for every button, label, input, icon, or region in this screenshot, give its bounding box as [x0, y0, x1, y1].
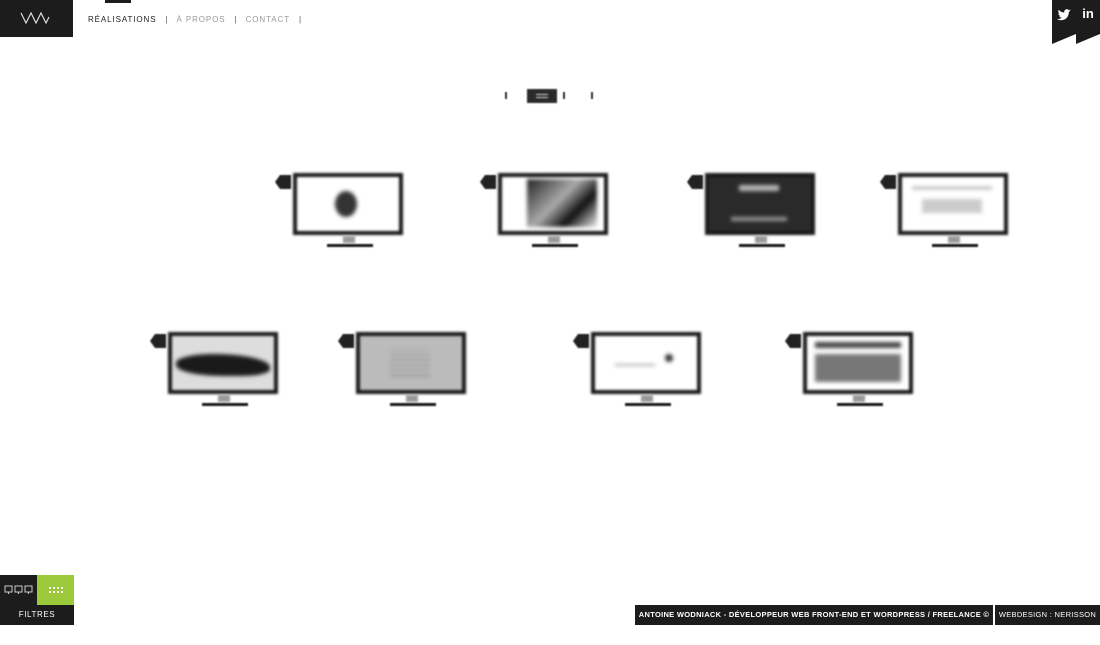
monitor-thumbnail: [150, 332, 300, 412]
project-title: [260, 263, 440, 273]
project-description: [260, 277, 440, 286]
linkedin-icon: in: [1082, 6, 1094, 21]
filter-view-monitors[interactable]: [0, 575, 37, 605]
category-badge-icon: [338, 334, 354, 348]
nav-separator: |: [165, 14, 168, 24]
dots-grid-icon: [49, 587, 63, 593]
filters-button[interactable]: FILTRES: [0, 605, 74, 625]
project-title: [672, 263, 852, 273]
monitor-thumbnail: [687, 173, 837, 253]
category-badge-icon: [880, 175, 896, 189]
monitor-thumbnail: [785, 332, 935, 412]
pager-tick[interactable]: [505, 92, 507, 99]
monitor-thumbnail: [573, 332, 723, 412]
project-description: [323, 436, 503, 445]
project-description: [558, 436, 738, 445]
project-title: [770, 422, 950, 432]
category-badge-icon: [480, 175, 496, 189]
pager-tick[interactable]: [563, 92, 565, 99]
footer-credit: ANTOINE WODNIACK - DÉVELOPPEUR WEB FRONT…: [635, 605, 993, 639]
nav-separator: |: [234, 14, 237, 24]
project-title: [135, 422, 315, 432]
category-badge-icon: [150, 334, 166, 348]
logo-mark-icon: [20, 11, 50, 25]
category-badge-icon: [687, 175, 703, 189]
pager-current[interactable]: [527, 89, 557, 103]
monitor-thumbnail: [880, 173, 1030, 253]
monitor-thumbnail: [480, 173, 630, 253]
project-pager: [505, 89, 595, 103]
nav-item-realisations[interactable]: RÉALISATIONS: [88, 15, 156, 24]
logo[interactable]: [0, 0, 73, 37]
nav-separator: |: [298, 14, 302, 24]
main-nav: RÉALISATIONS | À PROPOS | CONTACT |: [88, 13, 310, 25]
monitor-thumbnail: [275, 173, 425, 253]
twitter-icon: [1057, 9, 1071, 21]
twitter-link[interactable]: [1052, 0, 1076, 44]
project-title: [465, 263, 645, 273]
nav-active-indicator: [105, 0, 131, 3]
filter-view-grid[interactable]: [37, 575, 74, 605]
linkedin-link[interactable]: in: [1076, 0, 1100, 44]
category-badge-icon: [573, 334, 589, 348]
nav-item-a-propos[interactable]: À PROPOS: [177, 15, 226, 24]
nav-item-contact[interactable]: CONTACT: [246, 15, 290, 24]
project-description: [135, 436, 315, 445]
project-title: [865, 263, 1045, 273]
project-description: [770, 436, 950, 445]
project-description: [465, 277, 645, 286]
category-badge-icon: [785, 334, 801, 348]
monitor-thumbnail: [338, 332, 488, 412]
project-title: [323, 422, 503, 432]
project-description: [672, 277, 852, 286]
category-badge-icon: [275, 175, 291, 189]
project-title: [558, 422, 738, 432]
monitors-icon: [4, 585, 33, 594]
pager-tick[interactable]: [591, 92, 593, 99]
project-description: [865, 277, 1045, 286]
webdesign-credit-link[interactable]: WEBDESIGN : NERISSON: [995, 605, 1100, 625]
